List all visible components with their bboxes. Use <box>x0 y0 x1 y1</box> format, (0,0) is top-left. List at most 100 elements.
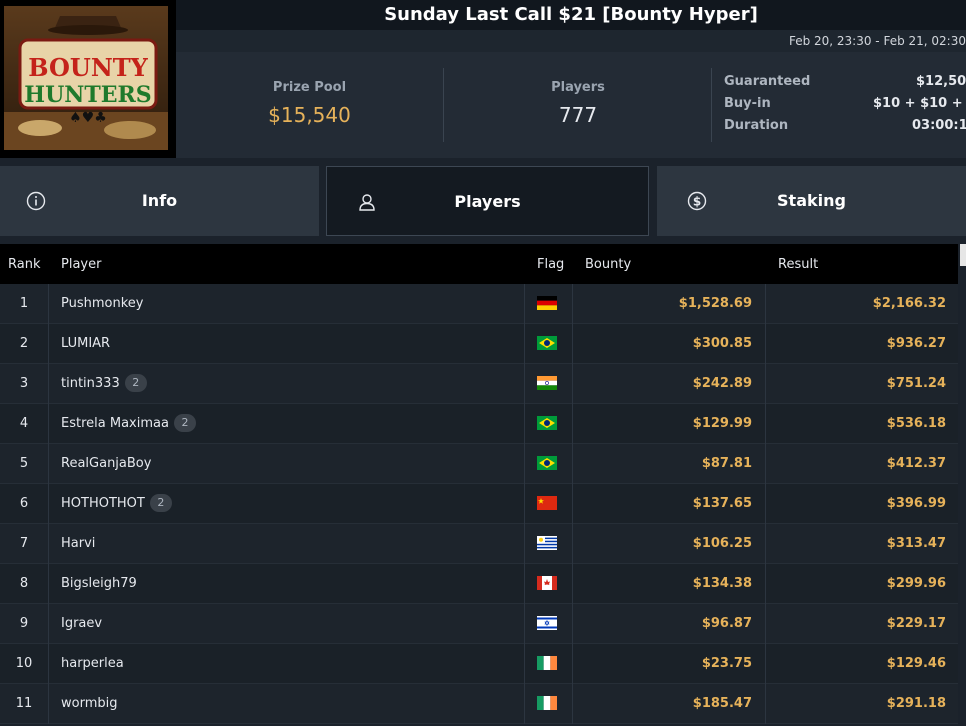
detail-buy-in: Buy-in $10 + $10 + $1 <box>724 96 966 118</box>
flag-cell <box>525 484 573 524</box>
scrollbar-track[interactable] <box>958 244 966 726</box>
column-header-bounty[interactable]: Bounty <box>585 257 631 272</box>
player-cell[interactable]: Igraev <box>49 604 525 644</box>
detail-value: $10 + $10 + $1 <box>873 96 966 111</box>
players-value: 777 <box>558 103 598 127</box>
bounty-cell: $96.87 <box>573 604 766 644</box>
table-row[interactable]: 6 HOTHOTHOT 2 $137.65 $396.99 <box>0 484 958 524</box>
table-row[interactable]: 4 Estrela Maximaa 2 $129.99 $536.18 <box>0 404 958 444</box>
table-row[interactable]: 11 wormbig $185.47 $291.18 <box>0 684 958 724</box>
player-cell[interactable]: wormbig <box>49 684 525 724</box>
bounty-cell: $300.85 <box>573 324 766 364</box>
rank-cell: 3 <box>0 364 49 404</box>
column-header-player[interactable]: Player <box>61 257 101 272</box>
logo-word-bounty: BOUNTY <box>28 53 148 82</box>
player-cell[interactable]: Harvi <box>49 524 525 564</box>
table-row[interactable]: 3 tintin333 2 $242.89 $751.24 <box>0 364 958 404</box>
rank-cell: 9 <box>0 604 49 644</box>
player-name[interactable]: Pushmonkey <box>61 296 143 311</box>
player-cell[interactable]: Pushmonkey <box>49 284 525 324</box>
table-row[interactable]: 2 LUMIAR $300.85 $936.27 <box>0 324 958 364</box>
result-cell: $291.18 <box>886 696 946 711</box>
tab-info-label: Info <box>141 191 178 210</box>
table-row[interactable]: 10 harperlea $23.75 $129.46 <box>0 644 958 684</box>
flag-de-icon <box>537 296 557 310</box>
bounty-cell: $106.25 <box>573 524 766 564</box>
flag-cell <box>525 564 573 604</box>
player-name[interactable]: Harvi <box>61 536 95 551</box>
tab-staking[interactable]: $ Staking <box>657 166 966 236</box>
player-name[interactable]: LUMIAR <box>61 336 110 351</box>
player-name[interactable]: HOTHOTHOT <box>61 496 145 511</box>
player-name[interactable]: tintin333 <box>61 376 120 391</box>
divider <box>711 68 712 142</box>
detail-label: Duration <box>724 118 789 133</box>
scrollbar-thumb[interactable] <box>960 244 966 266</box>
rank-cell: 2 <box>0 324 49 364</box>
players-stat: Players 777 <box>444 52 712 158</box>
flag-br-icon <box>537 456 557 470</box>
tab-bar: Info Players $ Staking <box>0 158 966 244</box>
player-cell[interactable]: Estrela Maximaa 2 <box>49 404 525 444</box>
table-row[interactable]: 1 Pushmonkey $1,528.69 $2,166.32 <box>0 284 958 324</box>
table-row[interactable]: 7 Harvi $106.25 $313.47 <box>0 524 958 564</box>
bounty-cell: $87.81 <box>573 444 766 484</box>
flag-cell <box>525 324 573 364</box>
player-name[interactable]: Igraev <box>61 616 102 631</box>
result-cell: $396.99 <box>886 496 946 511</box>
player-name[interactable]: Estrela Maximaa <box>61 416 169 431</box>
player-cell[interactable]: Bigsleigh79 <box>49 564 525 604</box>
flag-cell <box>525 684 573 724</box>
player-name[interactable]: harperlea <box>61 656 124 671</box>
table-row[interactable]: 5 RealGanjaBoy $87.81 $412.37 <box>0 444 958 484</box>
rank-cell: 5 <box>0 444 49 484</box>
rank-cell: 10 <box>0 644 49 684</box>
result-cell: $751.24 <box>886 376 946 391</box>
flag-ie-icon <box>537 656 557 670</box>
result-cell: $313.47 <box>886 536 946 551</box>
result-cell: $536.18 <box>886 416 946 431</box>
tournament-details: Guaranteed $12,500 Buy-in $10 + $10 + $1… <box>724 74 966 140</box>
tab-players[interactable]: Players <box>326 166 649 236</box>
bounty-cell: $242.89 <box>573 364 766 404</box>
rank-cell: 6 <box>0 484 49 524</box>
player-cell[interactable]: RealGanjaBoy <box>49 444 525 484</box>
flag-ie-icon <box>537 696 557 710</box>
detail-label: Buy-in <box>724 96 771 111</box>
tournament-title: Sunday Last Call $21 [Bounty Hyper] <box>384 4 758 25</box>
bounty-cell: $129.99 <box>573 404 766 444</box>
rank-cell: 4 <box>0 404 49 444</box>
player-name[interactable]: Bigsleigh79 <box>61 576 137 591</box>
flag-uy-icon <box>537 536 557 550</box>
player-cell[interactable]: LUMIAR <box>49 324 525 364</box>
flag-cell <box>525 444 573 484</box>
flag-cell <box>525 284 573 324</box>
prize-pool-label: Prize Pool <box>272 80 347 95</box>
bounty-cell: $137.65 <box>573 484 766 524</box>
table-row[interactable]: 9 Igraev $96.87 $229.17 <box>0 604 958 644</box>
entries-badge: 2 <box>149 493 172 512</box>
column-header-rank[interactable]: Rank <box>8 257 40 272</box>
result-cell: $2,166.32 <box>872 296 946 311</box>
bounty-cell: $134.38 <box>573 564 766 604</box>
flag-in-icon <box>537 376 557 390</box>
rank-cell: 7 <box>0 524 49 564</box>
tab-info[interactable]: Info <box>0 166 319 236</box>
tournament-stats: Prize Pool $15,540 Players 777 Guarantee… <box>176 52 966 158</box>
column-header-flag[interactable]: Flag <box>537 257 564 272</box>
player-name[interactable]: wormbig <box>61 696 117 711</box>
bounty-cell: $23.75 <box>573 644 766 684</box>
column-header-result[interactable]: Result <box>778 257 818 272</box>
flag-cell <box>525 604 573 644</box>
player-cell[interactable]: tintin333 2 <box>49 364 525 404</box>
rank-cell: 1 <box>0 284 49 324</box>
tournament-date-range: Feb 20, 23:30 - Feb 21, 02:30 <box>788 34 966 48</box>
table-row[interactable]: 8 Bigsleigh79 $134.38 $299.96 <box>0 564 958 604</box>
player-name[interactable]: RealGanjaBoy <box>61 456 151 471</box>
player-cell[interactable]: HOTHOTHOT 2 <box>49 484 525 524</box>
tab-staking-label: Staking <box>777 191 846 210</box>
logo-word-hunters: HUNTERS <box>24 82 151 108</box>
player-cell[interactable]: harperlea <box>49 644 525 684</box>
detail-label: Guaranteed <box>724 74 811 89</box>
flag-br-icon <box>537 416 557 430</box>
